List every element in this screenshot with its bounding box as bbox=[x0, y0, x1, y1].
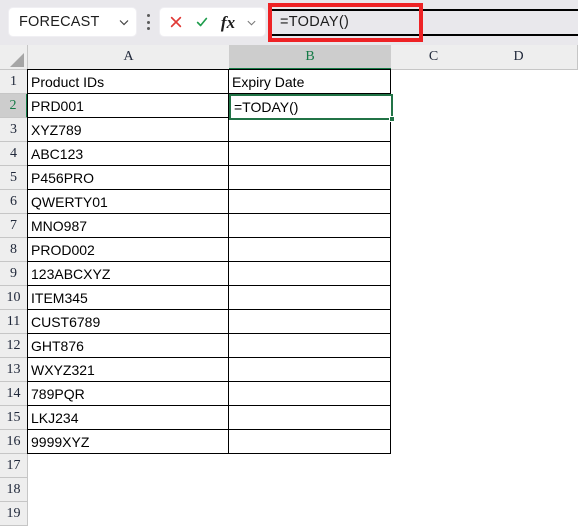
cell-b7[interactable] bbox=[228, 213, 391, 238]
column-header-d[interactable]: D bbox=[476, 45, 562, 70]
worksheet-grid: A B C D 1 2 3 4 5 6 7 8 9 10 11 12 13 14 15 16 17 18 19 Pr… bbox=[0, 45, 578, 527]
kebab-dot bbox=[146, 27, 150, 30]
active-cell-b2[interactable]: =TODAY() bbox=[229, 94, 393, 120]
cell-b3[interactable] bbox=[228, 117, 391, 142]
select-all-corner[interactable] bbox=[0, 45, 28, 70]
formula-highlight-annotation bbox=[268, 3, 423, 42]
confirm-check-icon[interactable] bbox=[189, 8, 215, 36]
cell-b10[interactable] bbox=[228, 285, 391, 310]
cell-a1[interactable]: Product IDs bbox=[27, 69, 229, 94]
column-header-a[interactable]: A bbox=[28, 45, 230, 70]
cell-b15[interactable] bbox=[228, 405, 391, 430]
cell-b14[interactable] bbox=[228, 381, 391, 406]
name-box-value: FORECAST bbox=[19, 14, 100, 30]
row-header-14[interactable]: 14 bbox=[0, 382, 28, 406]
cell-b8[interactable] bbox=[228, 237, 391, 262]
fill-handle[interactable] bbox=[389, 116, 395, 122]
cell-a11[interactable]: CUST6789 bbox=[27, 309, 229, 334]
chevron-down-icon[interactable] bbox=[118, 16, 130, 28]
row-header-12[interactable]: 12 bbox=[0, 334, 28, 358]
row-header-18[interactable]: 18 bbox=[0, 478, 28, 502]
row-header-2[interactable]: 2 bbox=[0, 94, 28, 118]
formula-action-group: fx bbox=[159, 7, 266, 37]
kebab-menu-icon[interactable] bbox=[142, 13, 154, 31]
cell-a15[interactable]: LKJ234 bbox=[27, 405, 229, 430]
column-headers: A B C D bbox=[0, 45, 578, 70]
cell-a8[interactable]: PROD002 bbox=[27, 237, 229, 262]
row-header-10[interactable]: 10 bbox=[0, 286, 28, 310]
chevron-down-icon[interactable] bbox=[241, 8, 261, 36]
row-header-1[interactable]: 1 bbox=[0, 70, 28, 94]
cell-a16[interactable]: 9999XYZ bbox=[27, 429, 229, 454]
cell-a3[interactable]: XYZ789 bbox=[27, 117, 229, 142]
excel-window: FORECAST fx =TODAY() A B C D 1 2 3 4 5 6… bbox=[0, 0, 578, 527]
row-header-13[interactable]: 13 bbox=[0, 358, 28, 382]
row-header-17[interactable]: 17 bbox=[0, 454, 28, 478]
cell-b16[interactable] bbox=[228, 429, 391, 454]
row-header-9[interactable]: 9 bbox=[0, 262, 28, 286]
cancel-x-icon[interactable] bbox=[163, 8, 189, 36]
row-header-7[interactable]: 7 bbox=[0, 214, 28, 238]
column-header-c[interactable]: C bbox=[391, 45, 477, 70]
row-header-3[interactable]: 3 bbox=[0, 118, 28, 142]
cell-b6[interactable] bbox=[228, 189, 391, 214]
cell-a12[interactable]: GHT876 bbox=[27, 333, 229, 358]
cell-a6[interactable]: QWERTY01 bbox=[27, 189, 229, 214]
row-header-5[interactable]: 5 bbox=[0, 166, 28, 190]
row-header-16[interactable]: 16 bbox=[0, 430, 28, 454]
cell-a10[interactable]: ITEM345 bbox=[27, 285, 229, 310]
cell-b4[interactable] bbox=[228, 141, 391, 166]
cell-b9[interactable] bbox=[228, 261, 391, 286]
row-header-19[interactable]: 19 bbox=[0, 502, 28, 526]
cell-a9[interactable]: 123ABCXYZ bbox=[27, 261, 229, 286]
formula-bar: FORECAST fx =TODAY() bbox=[0, 0, 578, 45]
cell-b1[interactable]: Expiry Date bbox=[228, 69, 391, 94]
cell-b13[interactable] bbox=[228, 357, 391, 382]
name-box[interactable]: FORECAST bbox=[8, 7, 137, 37]
row-header-11[interactable]: 11 bbox=[0, 310, 28, 334]
cell-a4[interactable]: ABC123 bbox=[27, 141, 229, 166]
cell-b5[interactable] bbox=[228, 165, 391, 190]
row-header-4[interactable]: 4 bbox=[0, 142, 28, 166]
insert-function-icon[interactable]: fx bbox=[215, 8, 241, 36]
row-header-6[interactable]: 6 bbox=[0, 190, 28, 214]
cell-a7[interactable]: MNO987 bbox=[27, 213, 229, 238]
kebab-dot bbox=[146, 20, 150, 24]
row-header-8[interactable]: 8 bbox=[0, 238, 28, 262]
column-header-b[interactable]: B bbox=[229, 45, 392, 70]
kebab-dot bbox=[146, 14, 150, 17]
cell-a14[interactable]: 789PQR bbox=[27, 381, 229, 406]
cell-b11[interactable] bbox=[228, 309, 391, 334]
cell-b12[interactable] bbox=[228, 333, 391, 358]
cell-a2[interactable]: PRD001 bbox=[27, 93, 229, 118]
column-header-e[interactable] bbox=[561, 45, 578, 70]
cell-a5[interactable]: P456PRO bbox=[27, 165, 229, 190]
insert-function-label: fx bbox=[220, 12, 236, 32]
cell-a13[interactable]: WXYZ321 bbox=[27, 357, 229, 382]
row-header-15[interactable]: 15 bbox=[0, 406, 28, 430]
